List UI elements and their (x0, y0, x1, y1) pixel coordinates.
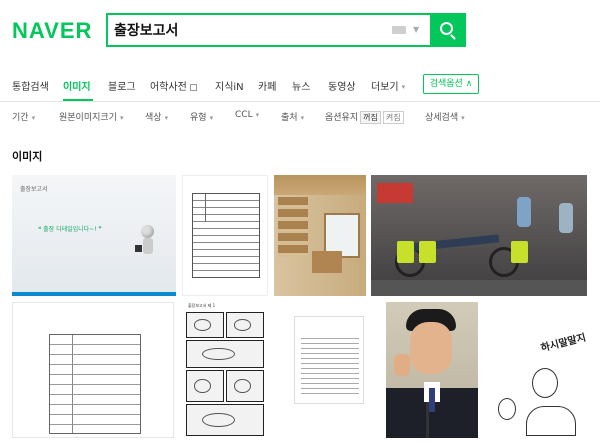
pannier-bag (397, 241, 414, 263)
comic-panel (186, 340, 264, 368)
document-form (49, 334, 141, 434)
necktie (429, 388, 435, 412)
image-6-caption: 출장보고서 제 1 (188, 303, 216, 308)
caret-down-icon: ▾ (300, 113, 305, 122)
comic-panel (226, 312, 264, 338)
external-icon (189, 83, 197, 91)
image-result-6[interactable]: 출장보고서 제 1 (182, 302, 268, 438)
caret-down-icon: ▾ (255, 110, 260, 119)
search-button[interactable] (430, 13, 466, 47)
tab-more[interactable]: 더보기 ▾ (371, 78, 405, 93)
drawn-head (498, 398, 516, 420)
caret-down-icon: ▾ (164, 113, 169, 122)
header: NAVER ▼ (0, 0, 600, 64)
image-9-text: 하시말말지 (539, 332, 588, 355)
option-keep-off-chip[interactable]: 꺼짐 (360, 111, 381, 124)
image-result-8[interactable] (386, 302, 478, 438)
keyboard-icon[interactable] (392, 26, 406, 34)
option-keep-on-chip[interactable]: 켜짐 (382, 111, 404, 124)
drawn-head (532, 368, 558, 398)
wood-ceiling (274, 175, 366, 195)
filter-period[interactable]: 기간 ▾ (12, 110, 35, 123)
filter-bar: 기간 ▾ 원본이미지크기 ▾ 색상 ▾ 유형 ▾ CCL ▾ 출처 ▾ 옵션유지 꺼짐 켜짐 상… (0, 102, 600, 129)
filter-type-label: 유형 (190, 113, 207, 123)
search-options-label: 검색옵션 (429, 79, 463, 89)
filter-source-label: 출처 (281, 113, 298, 123)
image-1-quote: ❝ 출장 디테일입니다~! ❞ (38, 226, 102, 233)
search-input[interactable] (114, 18, 384, 42)
tab-news[interactable]: 뉴스 (292, 78, 310, 93)
booth-sign (377, 183, 413, 203)
filter-detail-label: 상세검색 (425, 113, 459, 123)
image-result-2[interactable] (182, 175, 268, 296)
tab-all[interactable]: 통합검색 (12, 78, 49, 93)
person-hand (394, 354, 410, 376)
chevron-up-icon: ∧ (465, 79, 473, 89)
pannier-bag (419, 241, 436, 263)
person (559, 203, 573, 233)
filter-option-keep: 옵션유지 꺼짐 켜짐 (325, 110, 404, 124)
filter-size-label: 원본이미지크기 (59, 113, 117, 123)
tab-dictionary-label: 어학사전 (150, 82, 187, 93)
drawn-body (526, 406, 576, 436)
image-result-9[interactable]: 하시말말지 (482, 302, 600, 438)
image-result-3[interactable] (274, 175, 366, 296)
floor (371, 280, 587, 296)
keyboard-dropdown-icon[interactable]: ▼ (413, 25, 419, 34)
image-1-bottom-bar (12, 292, 176, 296)
pannier-bag (511, 241, 528, 263)
filter-detail[interactable]: 상세검색 ▾ (425, 110, 465, 123)
caret-down-icon: ▾ (119, 113, 124, 122)
section-title: 이미지 (12, 150, 43, 163)
person-face (410, 322, 452, 374)
caret-down-icon: ▾ (31, 113, 36, 122)
filter-source[interactable]: 출처 ▾ (281, 110, 304, 123)
tab-kin[interactable]: 지식iN (215, 78, 244, 93)
comic-panel (186, 404, 264, 436)
filter-ccl-label: CCL (235, 110, 253, 120)
person (517, 197, 531, 227)
comic-panel (186, 312, 224, 338)
caret-down-icon: ▾ (401, 83, 406, 91)
image-result-7[interactable] (286, 302, 372, 438)
active-tab-indicator (63, 99, 93, 101)
caret-down-icon: ▾ (209, 113, 214, 122)
search-options-button[interactable]: 검색옵션 ∧ (423, 74, 479, 94)
filter-ccl[interactable]: CCL ▾ (235, 110, 259, 120)
figure-head (141, 225, 154, 238)
image-1-label: 출장보고서 (20, 186, 48, 193)
image-result-5[interactable] (12, 302, 174, 438)
naver-logo[interactable]: NAVER (12, 18, 92, 44)
search-box: ▼ (106, 13, 466, 47)
tab-cafe[interactable]: 카페 (258, 78, 276, 93)
filter-color[interactable]: 색상 ▾ (145, 110, 168, 123)
filter-color-label: 색상 (145, 113, 162, 123)
document-lines (301, 334, 359, 398)
caret-down-icon: ▾ (461, 113, 465, 122)
document-page (294, 316, 364, 404)
tab-blog[interactable]: 블로그 (108, 78, 136, 93)
document-form (192, 193, 260, 278)
comic-panel (186, 370, 224, 402)
wood-stairs (278, 197, 308, 257)
tab-video[interactable]: 동영상 (328, 78, 356, 93)
tab-more-label: 더보기 (371, 82, 399, 93)
option-keep-label: 옵션유지 (325, 113, 359, 123)
figure-bag (135, 245, 142, 252)
tab-images[interactable]: 이미지 (63, 78, 91, 93)
tab-dictionary[interactable]: 어학사전 (150, 78, 197, 93)
wood-desk (312, 251, 342, 273)
figure-body (143, 238, 153, 254)
image-result-4[interactable] (371, 175, 587, 296)
magnifier-icon (440, 22, 453, 35)
comic-panel (226, 370, 264, 402)
microphone (426, 402, 429, 438)
image-result-1[interactable]: 출장보고서 ❝ 출장 디테일입니다~! ❞ (12, 175, 176, 296)
filter-period-label: 기간 (12, 113, 29, 123)
tab-bar: 통합검색 이미지 블로그 어학사전 지식iN 카페 뉴스 동영상 더보기 ▾ 검색… (0, 64, 600, 102)
filter-type[interactable]: 유형 ▾ (190, 110, 213, 123)
filter-size[interactable]: 원본이미지크기 ▾ (59, 110, 123, 123)
